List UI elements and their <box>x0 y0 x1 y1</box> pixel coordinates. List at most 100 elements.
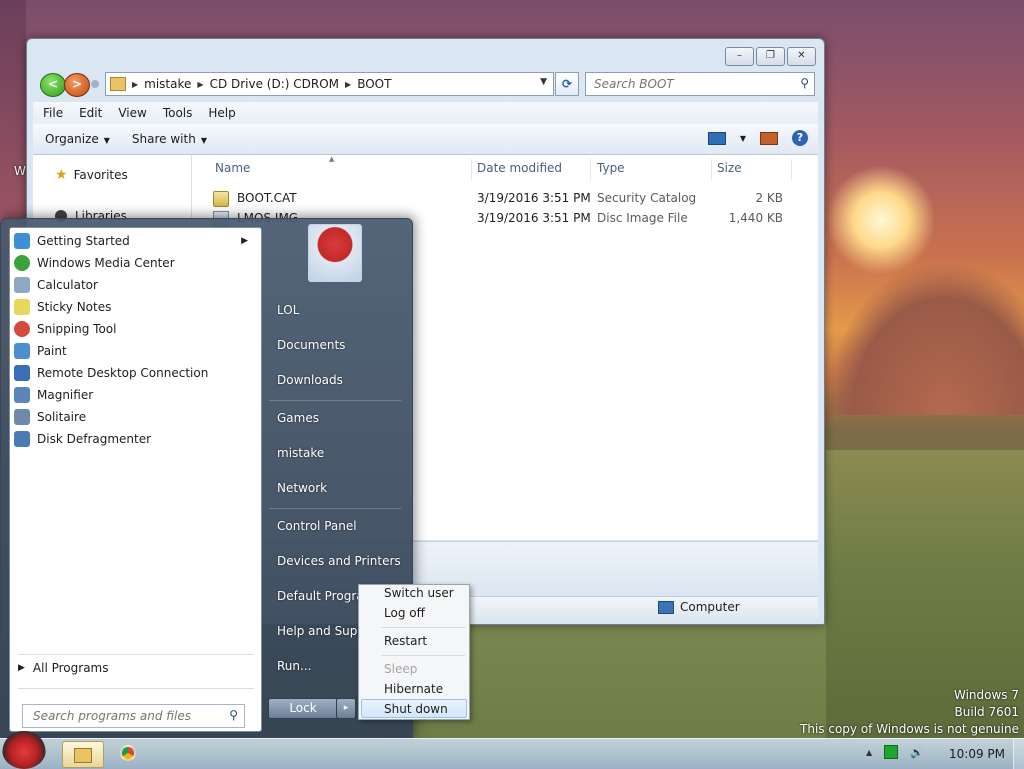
menu-item-restart[interactable]: Restart <box>384 634 427 648</box>
start-search-input[interactable] <box>31 705 225 727</box>
address-bar[interactable]: ▶ mistake ▶ CD Drive (D:) CDROM ▶ BOOT ▼ <box>105 72 554 96</box>
menu-item-switch-user[interactable]: Switch user <box>384 586 454 600</box>
show-desktop-button[interactable] <box>1013 739 1024 769</box>
menu-help[interactable]: Help <box>208 106 235 120</box>
column-size[interactable]: Size <box>717 161 742 175</box>
forward-button[interactable]: > <box>64 73 90 97</box>
program-remote-desktop[interactable]: Remote Desktop Connection <box>14 362 254 384</box>
column-divider[interactable] <box>711 159 712 181</box>
organize-button[interactable]: Organize ▼ <box>45 132 110 146</box>
column-divider[interactable] <box>471 159 472 181</box>
file-type: Security Catalog <box>597 191 697 205</box>
start-item-default-programs[interactable]: Default Programs <box>277 589 359 603</box>
breadcrumb-separator-icon: ▶ <box>132 79 139 89</box>
start-menu-programs-panel: Getting Started ▶ Windows Media Center C… <box>9 227 262 732</box>
program-disk-defragmenter[interactable]: Disk Defragmenter <box>14 428 254 450</box>
program-windows-media-center[interactable]: Windows Media Center <box>14 252 254 274</box>
recent-pages-button[interactable] <box>91 80 99 88</box>
nav-favorites[interactable]: ★ Favorites <box>55 167 128 183</box>
explorer-search-input[interactable] <box>592 73 796 95</box>
sort-ascending-icon: ▲ <box>329 155 335 163</box>
start-item-help-support[interactable]: Help and Support <box>277 624 359 638</box>
start-item-documents[interactable]: Documents <box>277 338 345 352</box>
start-item-network[interactable]: Network <box>277 481 327 495</box>
all-programs-button[interactable]: ▶ All Programs <box>18 661 109 675</box>
program-magnifier[interactable]: Magnifier <box>14 384 254 406</box>
clock[interactable]: 10:09 PM <box>949 747 1005 761</box>
menu-view[interactable]: View <box>118 106 146 120</box>
menu-file[interactable]: File <box>43 106 63 120</box>
folder-icon <box>110 77 126 91</box>
program-sticky-notes[interactable]: Sticky Notes <box>14 296 254 318</box>
breadcrumb-item[interactable]: BOOT <box>357 77 391 91</box>
column-divider[interactable] <box>590 159 591 181</box>
show-hidden-icons-icon[interactable]: ▲ <box>866 748 872 757</box>
menu-item-log-off[interactable]: Log off <box>384 606 425 620</box>
minimize-button[interactable]: – <box>725 47 754 66</box>
program-calculator[interactable]: Calculator <box>14 274 254 296</box>
program-getting-started[interactable]: Getting Started ▶ <box>14 230 254 252</box>
desktop-partial-label: W <box>14 164 26 178</box>
menu-edit[interactable]: Edit <box>79 106 102 120</box>
close-button[interactable]: ✕ <box>787 47 816 66</box>
address-dropdown-icon[interactable]: ▼ <box>540 77 547 87</box>
explorer-search-box[interactable]: ⚲ <box>585 72 815 96</box>
column-headers: ▲ Name Date modified Type Size <box>203 155 815 181</box>
user-avatar[interactable] <box>308 224 362 282</box>
start-item-lol[interactable]: LOL <box>277 303 299 317</box>
column-name[interactable]: Name <box>215 161 250 175</box>
file-row[interactable]: BOOT.CAT 3/19/2016 3:51 PM Security Cata… <box>203 188 815 208</box>
column-divider[interactable] <box>791 159 792 181</box>
start-button[interactable] <box>2 731 46 769</box>
lock-button[interactable]: Lock <box>268 698 338 719</box>
file-size: 1,440 KB <box>728 211 783 225</box>
submenu-arrow-icon: ▶ <box>241 236 248 246</box>
maximize-button[interactable]: ❐ <box>756 47 785 66</box>
program-label: Snipping Tool <box>37 322 117 336</box>
column-date-modified[interactable]: Date modified <box>477 161 562 175</box>
program-paint[interactable]: Paint <box>14 340 254 362</box>
change-view-icon[interactable] <box>707 131 726 145</box>
start-item-control-panel[interactable]: Control Panel <box>277 519 357 533</box>
column-type[interactable]: Type <box>597 161 625 175</box>
program-solitaire[interactable]: Solitaire <box>14 406 254 428</box>
taskbar-explorer-button[interactable] <box>62 741 104 768</box>
start-search-box[interactable]: ⚲ <box>22 704 245 728</box>
start-item-downloads[interactable]: Downloads <box>277 373 343 387</box>
address-row: < > ▶ mistake ▶ CD Drive (D:) CDROM ▶ BO… <box>37 72 815 97</box>
desktop-sun <box>826 165 936 275</box>
chevron-down-icon: ▼ <box>200 136 207 145</box>
media-center-icon <box>14 255 30 271</box>
start-item-games[interactable]: Games <box>277 411 319 425</box>
start-item-devices-printers[interactable]: Devices and Printers <box>277 554 401 568</box>
view-options-chevron-icon[interactable]: ▼ <box>740 134 746 143</box>
program-label: Windows Media Center <box>37 256 175 270</box>
menu-item-sleep: Sleep <box>384 662 418 676</box>
menu-item-shut-down[interactable]: Shut down <box>384 702 448 716</box>
network-icon[interactable] <box>884 745 899 759</box>
power-options-arrow-icon[interactable]: ▸ <box>336 698 356 719</box>
folder-icon <box>74 748 92 763</box>
breadcrumb-item[interactable]: CD Drive (D:) CDROM <box>210 77 339 91</box>
chrome-icon <box>120 745 136 761</box>
program-label: Calculator <box>37 278 98 292</box>
forward-arrow-icon: > <box>71 77 83 91</box>
volume-icon[interactable]: 🔊 <box>910 746 924 759</box>
menu-tools[interactable]: Tools <box>163 106 193 120</box>
start-item-run[interactable]: Run... <box>277 659 311 673</box>
search-icon[interactable]: ⚲ <box>800 76 809 90</box>
file-date: 3/19/2016 3:51 PM <box>477 211 591 225</box>
start-item-mistake[interactable]: mistake <box>277 446 324 460</box>
share-with-button[interactable]: Share with ▼ <box>132 132 207 146</box>
search-icon[interactable]: ⚲ <box>229 708 238 722</box>
program-snipping-tool[interactable]: Snipping Tool <box>14 318 254 340</box>
refresh-button[interactable]: ⟳ <box>555 72 579 96</box>
breadcrumb-item[interactable]: mistake <box>144 77 191 91</box>
preview-pane-icon[interactable] <box>760 131 778 145</box>
desktop-hill <box>826 265 1024 415</box>
back-button[interactable]: < <box>40 73 66 97</box>
magnifier-icon <box>14 387 30 403</box>
taskbar-chrome-button[interactable] <box>108 741 148 766</box>
help-icon[interactable]: ? <box>792 130 808 146</box>
menu-item-hibernate[interactable]: Hibernate <box>384 682 443 696</box>
